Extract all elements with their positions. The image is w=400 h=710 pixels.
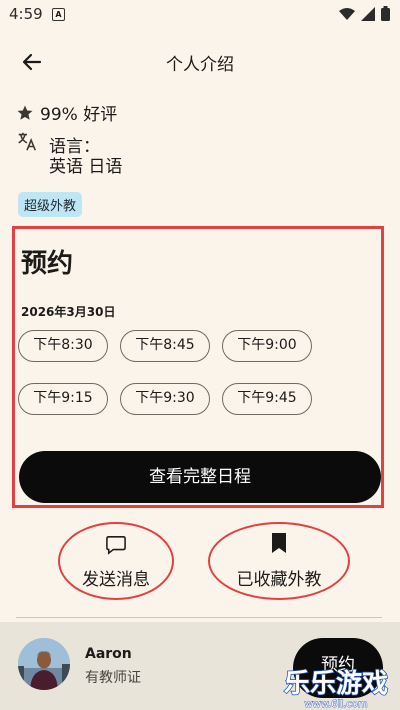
status-time: 4:59 [9, 5, 43, 23]
translate-icon [18, 132, 36, 151]
avatar[interactable] [18, 638, 70, 690]
time-slot[interactable]: 下午8:30 [18, 330, 108, 362]
booking-heading: 预约 [21, 249, 74, 279]
time-slot[interactable]: 下午9:45 [222, 383, 312, 415]
teacher-name: Aaron [85, 646, 132, 662]
language-values: 英语 日语 [49, 157, 123, 177]
rating-text: 99% 好评 [40, 105, 118, 125]
divider [16, 617, 382, 618]
time-slot[interactable]: 下午8:45 [120, 330, 210, 362]
send-message-label: 发送消息 [82, 570, 150, 590]
svg-text:乐乐游戏: 乐乐游戏 [284, 669, 388, 699]
app-bar: 个人介绍 [0, 38, 400, 86]
signal-icon [361, 6, 375, 21]
system-icons [339, 6, 390, 21]
time-slot[interactable]: 下午9:00 [222, 330, 312, 362]
send-message-button[interactable]: 发送消息 [58, 522, 174, 600]
time-slot[interactable]: 下午9:15 [18, 383, 108, 415]
time-slot[interactable]: 下午9:30 [120, 383, 210, 415]
bookmark-icon [272, 533, 286, 553]
super-teacher-badge: 超级外教 [18, 192, 83, 217]
watermark-logo: 乐乐游戏 www.6ll.com [283, 668, 389, 710]
booking-date: 2026年3月30日 [21, 305, 116, 319]
status-bar: 4:59 A [0, 0, 400, 28]
saved-teacher-button[interactable]: 已收藏外教 [208, 522, 350, 600]
wifi-icon [339, 7, 355, 20]
teacher-certificate: 有教师证 [85, 670, 141, 686]
svg-text:www.6ll.com: www.6ll.com [304, 699, 367, 710]
page-title: 个人介绍 [166, 55, 234, 75]
booking-panel: 预约 2026年3月30日 下午8:30 下午8:45 下午9:00 下午9:1… [12, 226, 384, 508]
saved-teacher-label: 已收藏外教 [236, 570, 322, 590]
battery-icon [381, 6, 390, 21]
star-icon [17, 105, 33, 120]
notification-icon: A [52, 8, 65, 21]
rating-row: 99% 好评 [16, 100, 117, 125]
view-schedule-button[interactable]: 查看完整日程 [19, 451, 381, 503]
chat-bubble-icon [106, 536, 126, 555]
